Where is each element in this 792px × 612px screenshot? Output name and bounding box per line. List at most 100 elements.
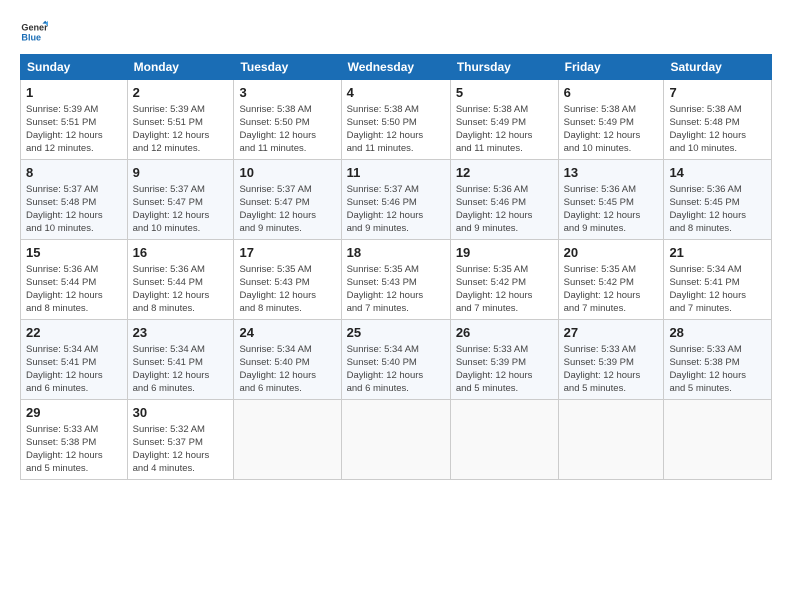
day-number: 20 [564, 244, 659, 262]
calendar-cell: 26Sunrise: 5:33 AMSunset: 5:39 PMDayligh… [450, 320, 558, 400]
day-info: Sunrise: 5:34 AMSunset: 5:41 PMDaylight:… [26, 343, 122, 395]
day-info: Sunrise: 5:38 AMSunset: 5:50 PMDaylight:… [239, 103, 335, 155]
calendar-cell: 1Sunrise: 5:39 AMSunset: 5:51 PMDaylight… [21, 80, 128, 160]
day-number: 12 [456, 164, 553, 182]
day-info: Sunrise: 5:39 AMSunset: 5:51 PMDaylight:… [133, 103, 229, 155]
day-info: Sunrise: 5:33 AMSunset: 5:39 PMDaylight:… [564, 343, 659, 395]
week-row-2: 8Sunrise: 5:37 AMSunset: 5:48 PMDaylight… [21, 160, 772, 240]
calendar-cell: 16Sunrise: 5:36 AMSunset: 5:44 PMDayligh… [127, 240, 234, 320]
logo: General Blue [20, 18, 48, 46]
calendar-cell [234, 400, 341, 480]
logo-icon: General Blue [20, 18, 48, 46]
week-row-1: 1Sunrise: 5:39 AMSunset: 5:51 PMDaylight… [21, 80, 772, 160]
day-info: Sunrise: 5:36 AMSunset: 5:46 PMDaylight:… [456, 183, 553, 235]
calendar-cell: 18Sunrise: 5:35 AMSunset: 5:43 PMDayligh… [341, 240, 450, 320]
day-number: 22 [26, 324, 122, 342]
day-number: 6 [564, 84, 659, 102]
calendar-cell: 23Sunrise: 5:34 AMSunset: 5:41 PMDayligh… [127, 320, 234, 400]
day-number: 15 [26, 244, 122, 262]
calendar-cell: 6Sunrise: 5:38 AMSunset: 5:49 PMDaylight… [558, 80, 664, 160]
day-info: Sunrise: 5:33 AMSunset: 5:38 PMDaylight:… [26, 423, 122, 475]
calendar-cell: 22Sunrise: 5:34 AMSunset: 5:41 PMDayligh… [21, 320, 128, 400]
day-info: Sunrise: 5:36 AMSunset: 5:45 PMDaylight:… [669, 183, 766, 235]
calendar-cell: 15Sunrise: 5:36 AMSunset: 5:44 PMDayligh… [21, 240, 128, 320]
calendar-body: 1Sunrise: 5:39 AMSunset: 5:51 PMDaylight… [21, 80, 772, 480]
header-day-saturday: Saturday [664, 55, 772, 80]
day-number: 30 [133, 404, 229, 422]
day-number: 10 [239, 164, 335, 182]
calendar-cell: 13Sunrise: 5:36 AMSunset: 5:45 PMDayligh… [558, 160, 664, 240]
day-info: Sunrise: 5:36 AMSunset: 5:44 PMDaylight:… [133, 263, 229, 315]
header-day-monday: Monday [127, 55, 234, 80]
week-row-3: 15Sunrise: 5:36 AMSunset: 5:44 PMDayligh… [21, 240, 772, 320]
day-info: Sunrise: 5:38 AMSunset: 5:49 PMDaylight:… [456, 103, 553, 155]
calendar-cell: 30Sunrise: 5:32 AMSunset: 5:37 PMDayligh… [127, 400, 234, 480]
day-info: Sunrise: 5:33 AMSunset: 5:39 PMDaylight:… [456, 343, 553, 395]
header-day-wednesday: Wednesday [341, 55, 450, 80]
day-info: Sunrise: 5:36 AMSunset: 5:45 PMDaylight:… [564, 183, 659, 235]
day-info: Sunrise: 5:34 AMSunset: 5:41 PMDaylight:… [669, 263, 766, 315]
day-number: 1 [26, 84, 122, 102]
calendar-cell: 8Sunrise: 5:37 AMSunset: 5:48 PMDaylight… [21, 160, 128, 240]
calendar-cell: 7Sunrise: 5:38 AMSunset: 5:48 PMDaylight… [664, 80, 772, 160]
day-info: Sunrise: 5:39 AMSunset: 5:51 PMDaylight:… [26, 103, 122, 155]
calendar-table: SundayMondayTuesdayWednesdayThursdayFrid… [20, 54, 772, 480]
calendar-cell: 10Sunrise: 5:37 AMSunset: 5:47 PMDayligh… [234, 160, 341, 240]
svg-text:Blue: Blue [21, 32, 41, 42]
calendar-cell: 28Sunrise: 5:33 AMSunset: 5:38 PMDayligh… [664, 320, 772, 400]
calendar-cell: 4Sunrise: 5:38 AMSunset: 5:50 PMDaylight… [341, 80, 450, 160]
day-number: 18 [347, 244, 445, 262]
header-day-sunday: Sunday [21, 55, 128, 80]
day-number: 8 [26, 164, 122, 182]
header-day-friday: Friday [558, 55, 664, 80]
day-info: Sunrise: 5:38 AMSunset: 5:49 PMDaylight:… [564, 103, 659, 155]
day-number: 3 [239, 84, 335, 102]
week-row-4: 22Sunrise: 5:34 AMSunset: 5:41 PMDayligh… [21, 320, 772, 400]
day-info: Sunrise: 5:37 AMSunset: 5:46 PMDaylight:… [347, 183, 445, 235]
day-number: 27 [564, 324, 659, 342]
calendar-cell [341, 400, 450, 480]
calendar-cell: 20Sunrise: 5:35 AMSunset: 5:42 PMDayligh… [558, 240, 664, 320]
day-number: 28 [669, 324, 766, 342]
calendar-cell: 9Sunrise: 5:37 AMSunset: 5:47 PMDaylight… [127, 160, 234, 240]
day-info: Sunrise: 5:34 AMSunset: 5:41 PMDaylight:… [133, 343, 229, 395]
day-info: Sunrise: 5:34 AMSunset: 5:40 PMDaylight:… [347, 343, 445, 395]
calendar-cell: 27Sunrise: 5:33 AMSunset: 5:39 PMDayligh… [558, 320, 664, 400]
page-header: General Blue [20, 18, 772, 46]
day-info: Sunrise: 5:36 AMSunset: 5:44 PMDaylight:… [26, 263, 122, 315]
calendar-cell: 5Sunrise: 5:38 AMSunset: 5:49 PMDaylight… [450, 80, 558, 160]
calendar-cell: 3Sunrise: 5:38 AMSunset: 5:50 PMDaylight… [234, 80, 341, 160]
day-info: Sunrise: 5:34 AMSunset: 5:40 PMDaylight:… [239, 343, 335, 395]
day-number: 26 [456, 324, 553, 342]
day-info: Sunrise: 5:35 AMSunset: 5:43 PMDaylight:… [239, 263, 335, 315]
header-day-tuesday: Tuesday [234, 55, 341, 80]
day-number: 29 [26, 404, 122, 422]
day-info: Sunrise: 5:37 AMSunset: 5:47 PMDaylight:… [239, 183, 335, 235]
day-number: 2 [133, 84, 229, 102]
day-number: 11 [347, 164, 445, 182]
calendar-page: General Blue SundayMondayTuesdayWednesda… [0, 0, 792, 612]
day-number: 25 [347, 324, 445, 342]
calendar-cell: 21Sunrise: 5:34 AMSunset: 5:41 PMDayligh… [664, 240, 772, 320]
day-number: 19 [456, 244, 553, 262]
day-number: 13 [564, 164, 659, 182]
day-info: Sunrise: 5:33 AMSunset: 5:38 PMDaylight:… [669, 343, 766, 395]
calendar-cell: 12Sunrise: 5:36 AMSunset: 5:46 PMDayligh… [450, 160, 558, 240]
week-row-5: 29Sunrise: 5:33 AMSunset: 5:38 PMDayligh… [21, 400, 772, 480]
day-number: 17 [239, 244, 335, 262]
calendar-cell: 29Sunrise: 5:33 AMSunset: 5:38 PMDayligh… [21, 400, 128, 480]
day-number: 9 [133, 164, 229, 182]
day-number: 23 [133, 324, 229, 342]
day-number: 21 [669, 244, 766, 262]
day-info: Sunrise: 5:37 AMSunset: 5:47 PMDaylight:… [133, 183, 229, 235]
calendar-cell: 2Sunrise: 5:39 AMSunset: 5:51 PMDaylight… [127, 80, 234, 160]
day-info: Sunrise: 5:35 AMSunset: 5:42 PMDaylight:… [456, 263, 553, 315]
calendar-cell: 25Sunrise: 5:34 AMSunset: 5:40 PMDayligh… [341, 320, 450, 400]
calendar-cell: 17Sunrise: 5:35 AMSunset: 5:43 PMDayligh… [234, 240, 341, 320]
day-info: Sunrise: 5:37 AMSunset: 5:48 PMDaylight:… [26, 183, 122, 235]
day-info: Sunrise: 5:35 AMSunset: 5:42 PMDaylight:… [564, 263, 659, 315]
day-info: Sunrise: 5:38 AMSunset: 5:48 PMDaylight:… [669, 103, 766, 155]
calendar-cell [558, 400, 664, 480]
day-number: 16 [133, 244, 229, 262]
day-info: Sunrise: 5:35 AMSunset: 5:43 PMDaylight:… [347, 263, 445, 315]
